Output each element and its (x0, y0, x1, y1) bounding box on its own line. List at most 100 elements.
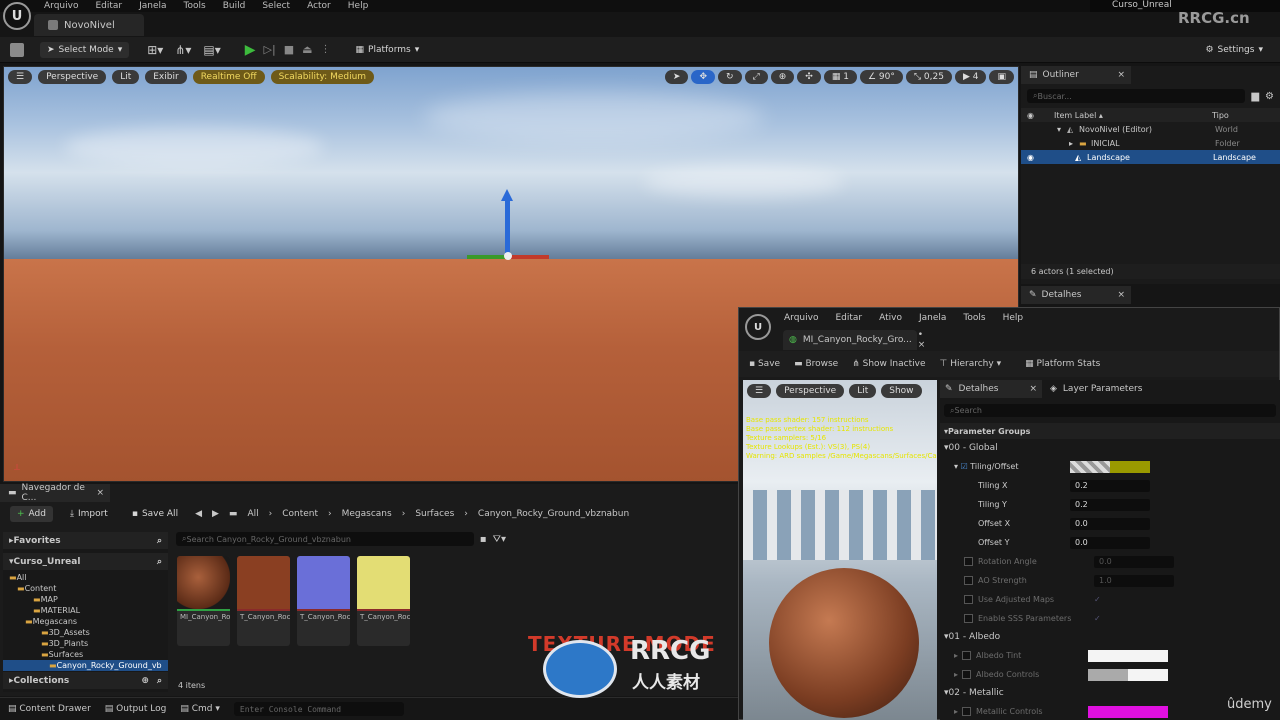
tree-item[interactable]: ▬ Content (3, 583, 168, 594)
menu-item[interactable]: Arquivo (784, 313, 818, 323)
project-root-header[interactable]: ▾ Curso_Unreal ⌕ (3, 553, 168, 570)
realtime-badge[interactable]: Realtime Off (192, 70, 265, 84)
asset-tile[interactable]: T_Canyon_Rocky_Ground_vbznabun_... (357, 556, 410, 646)
tree-item[interactable]: ▬ 3D_Assets (3, 627, 168, 638)
gizmo-center[interactable] (504, 252, 512, 260)
content-browser-tab[interactable]: ▬ Navegador de C... × (0, 483, 110, 503)
browse-button[interactable]: ▬ Browse (794, 359, 838, 369)
param-checkbox[interactable] (964, 614, 973, 623)
platform-stats-button[interactable]: ▦ Platform Stats (1025, 359, 1100, 369)
asset-tile[interactable]: T_Canyon_Rocky_Ground_vbznabun_... (237, 556, 290, 646)
gizmo-x-axis[interactable] (507, 255, 549, 259)
add-button[interactable]: + Add (10, 506, 53, 522)
save-button[interactable]: ▪ Save (749, 359, 780, 369)
save-icon[interactable] (10, 42, 24, 57)
param-value[interactable]: 0.2 (1070, 498, 1150, 511)
tree-item[interactable]: ▬ Megascans (3, 616, 168, 627)
perspective-button[interactable]: Perspective (38, 70, 107, 84)
collections-header[interactable]: ▸ Collections ⊕ ⌕ (3, 672, 168, 689)
menu-item[interactable]: Ativo (879, 313, 902, 323)
tree-item-selected[interactable]: ▬ Canyon_Rocky_Ground_vb (3, 660, 168, 671)
world-space-icon[interactable]: ⊕ (770, 70, 795, 84)
viewport-menu-icon[interactable]: ☰ (8, 70, 33, 84)
menu-item[interactable]: Janela (919, 313, 946, 323)
history-forward-icon[interactable]: ▶ (212, 509, 219, 519)
param-checkbox[interactable] (962, 651, 972, 660)
menu-item[interactable]: Editar (835, 313, 862, 323)
tree-item[interactable]: ▬ All (3, 572, 168, 583)
close-icon[interactable]: × (1029, 384, 1037, 394)
material-preview-viewport[interactable]: ☰ Perspective Lit Show Base pass shader:… (743, 380, 937, 720)
show-inactive-button[interactable]: ⋔ Show Inactive (852, 359, 925, 369)
param-checkbox[interactable] (964, 576, 973, 585)
material-tab[interactable]: ◍ MI_Canyon_Rocky_Gro... • × (783, 330, 925, 350)
breadcrumb-item[interactable]: Content (282, 509, 318, 519)
group-albedo-header[interactable]: ▾ 01 - Albedo (940, 628, 1280, 646)
albedo-controls-swatch[interactable] (1088, 668, 1169, 681)
surface-snap-icon[interactable]: ✣ (797, 70, 821, 84)
param-checkbox[interactable] (962, 670, 972, 679)
breadcrumb-item[interactable]: Megascans (342, 509, 392, 519)
add-collection-icon[interactable]: ⊕ (141, 676, 149, 686)
outliner-tab[interactable]: ▤ Outliner × (1021, 66, 1131, 84)
tree-item[interactable]: ▬ Surfaces (3, 649, 168, 660)
step-icon[interactable]: ▷| (264, 43, 276, 56)
grid-snap-button[interactable]: ▦ 1 (823, 70, 857, 84)
details-tab[interactable]: ✎ Detalhes × (940, 380, 1042, 398)
menu-item[interactable]: Build (223, 1, 246, 11)
outliner-row[interactable]: ▾ ◭ NovoNivel (Editor) World (1021, 122, 1280, 136)
blueprint-icon[interactable]: ⋔▾ (175, 43, 191, 57)
play-icon[interactable]: ▶ (245, 42, 256, 58)
cinematics-icon[interactable]: ▤▾ (203, 43, 220, 57)
search-icon[interactable]: ⌕ (157, 557, 162, 567)
asset-tile[interactable]: MI_Canyon_Rocky_Ground_vbznabun_4K (177, 556, 230, 646)
albedo-tint-swatch[interactable] (1088, 649, 1169, 662)
param-value[interactable]: 0.0 (1070, 517, 1150, 530)
outliner-row-selected[interactable]: ◉ ◭ Landscape Landscape (1021, 150, 1280, 164)
layer-parameters-tab[interactable]: ◈ Layer Parameters (1042, 384, 1142, 394)
hierarchy-button[interactable]: ⊤ Hierarchy ▾ (939, 359, 1001, 369)
param-checkbox[interactable] (964, 557, 973, 566)
console-input[interactable]: Enter Console Command (233, 702, 404, 716)
search-icon[interactable]: ⌕ (157, 536, 162, 546)
tree-item[interactable]: ▬ 3D_Plants (3, 638, 168, 649)
translate-tool-icon[interactable]: ✥ (691, 70, 715, 84)
scale-tool-icon[interactable]: ⤢ (744, 70, 768, 84)
settings-button[interactable]: ⚙ Settings ▾ (1198, 42, 1270, 58)
show-button[interactable]: Exibir (145, 70, 187, 84)
expand-icon[interactable]: ▸ (1069, 139, 1079, 148)
filter-icon[interactable]: ⛛▾ (493, 534, 506, 545)
metallic-controls-swatch[interactable] (1088, 705, 1169, 718)
lit-button[interactable]: Lit (112, 70, 140, 84)
outliner-row[interactable]: ▸ ▬ INICIAL Folder (1021, 136, 1280, 150)
folder-add-icon[interactable]: ▆ (1251, 91, 1259, 102)
details-search-input[interactable]: ⌕ Search (944, 404, 1276, 417)
details-tab[interactable]: ✎ Detalhes × (1021, 286, 1131, 304)
gear-icon[interactable]: ⚙ (1265, 91, 1274, 102)
close-icon[interactable]: × (96, 488, 104, 498)
param-checkbox[interactable] (962, 707, 972, 716)
tiling-color-swatch[interactable] (1070, 460, 1150, 473)
menu-item[interactable]: Actor (307, 1, 331, 11)
param-checkbox[interactable] (964, 595, 973, 604)
menu-item[interactable]: Help (348, 1, 369, 11)
close-icon[interactable]: × (1117, 70, 1125, 80)
menu-item[interactable]: Arquivo (44, 1, 78, 11)
content-drawer-button[interactable]: ▤ Content Drawer (8, 704, 91, 714)
angle-snap-button[interactable]: ∠ 90° (859, 70, 903, 84)
menu-item[interactable]: Tools (963, 313, 985, 323)
favorites-header[interactable]: ▸ Favorites ⌕ (3, 532, 168, 549)
scale-snap-button[interactable]: ⤡ 0,25 (905, 70, 952, 84)
expand-icon[interactable]: ▾ (1057, 125, 1067, 134)
menu-item[interactable]: Editar (95, 1, 122, 11)
breadcrumb-item[interactable]: Canyon_Rocky_Ground_vbznabun (478, 509, 629, 519)
rotate-tool-icon[interactable]: ↻ (718, 70, 742, 84)
preview-lit-button[interactable]: Lit (849, 384, 877, 398)
output-log-button[interactable]: ▤ Output Log (105, 704, 167, 714)
param-value[interactable]: 0.2 (1070, 479, 1150, 492)
menu-item[interactable]: Help (1003, 313, 1024, 323)
menu-item[interactable]: Janela (139, 1, 166, 11)
history-back-icon[interactable]: ◀ (195, 509, 202, 519)
breadcrumb-item[interactable]: All (247, 509, 258, 519)
save-search-icon[interactable]: ▪ (480, 534, 487, 545)
